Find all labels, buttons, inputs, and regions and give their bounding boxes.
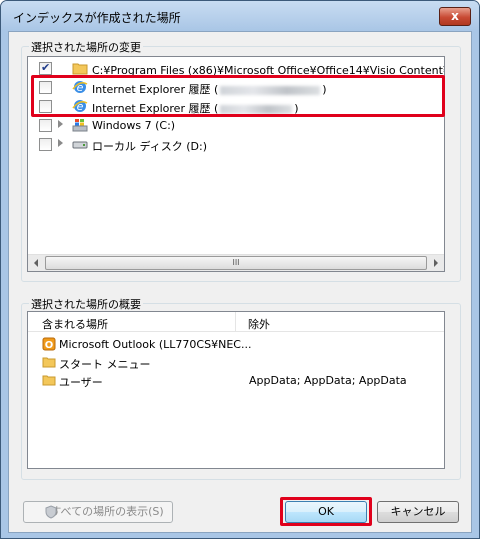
tree-item-label: Windows 7 (C:) [92,119,176,132]
folder-icon [72,63,88,75]
expand-arrow-icon[interactable] [58,139,63,147]
checkbox[interactable] [39,61,52,75]
cancel-button[interactable]: キャンセル [377,501,459,523]
tree-item-label: ローカル ディスク (D:) [92,140,207,153]
uac-shield-icon [45,505,57,519]
included-location: スタート メニュー [59,358,151,371]
tree-item-local-disk-d[interactable]: ローカル ディスク (D:) [28,135,444,154]
scroll-right-icon[interactable] [434,259,438,267]
horizontal-scrollbar[interactable]: III [28,254,444,271]
checkbox[interactable] [39,119,52,132]
folder-icon [42,357,56,368]
list-item[interactable]: ユーザー AppData; AppData; AppData [28,372,444,389]
checkbox[interactable] [39,138,52,151]
svg-text:O: O [45,340,54,351]
outlook-icon: O [42,337,56,351]
column-header-excluded[interactable]: 除外 [248,316,270,332]
ok-button[interactable]: OK [285,501,367,523]
title-bar[interactable]: インデックスが作成された場所 x [1,1,479,31]
dialog-window: インデックスが作成された場所 x 選択された場所の変更 C:¥Program F… [0,0,480,539]
excluded-location: AppData; AppData; AppData [249,374,407,387]
scroll-left-icon[interactable] [34,259,38,267]
expand-arrow-icon[interactable] [58,120,63,128]
column-divider[interactable] [235,312,236,332]
column-header-included[interactable]: 含まれる場所 [42,316,108,332]
list-header: 含まれる場所 除外 [28,312,444,332]
scroll-thumb[interactable]: III [45,256,427,270]
summary-list[interactable]: 含まれる場所 除外 O Microsoft Outlook (LL770CS¥N… [27,311,445,469]
windows-drive-icon [72,119,88,132]
included-location: ユーザー [59,376,103,389]
highlight-ie-rows [31,75,445,117]
show-all-label: すべての場所の表示(S) [50,505,164,518]
window-title: インデックスが作成された場所 [13,11,181,25]
included-location: Microsoft Outlook (LL770CS¥NEC... [59,338,252,351]
summary-label: 選択された場所の概要 [29,296,143,312]
changed-locations-label: 選択された場所の変更 [29,39,143,55]
list-item[interactable]: スタート メニュー [28,354,444,371]
close-button[interactable]: x [439,7,471,26]
show-all-locations-button[interactable]: すべての場所の表示(S) [23,501,173,523]
list-item[interactable]: O Microsoft Outlook (LL770CS¥NEC... [28,336,444,353]
tree-item-windows7-c[interactable]: Windows 7 (C:) [28,116,444,135]
folder-icon [42,375,56,386]
disk-drive-icon [72,141,88,149]
